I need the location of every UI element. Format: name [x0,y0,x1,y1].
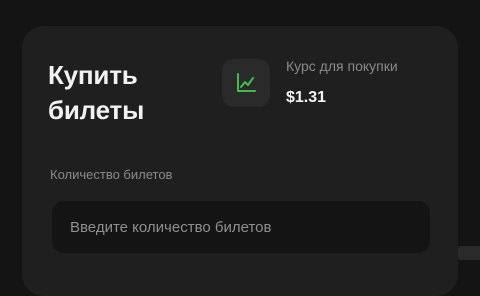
buy-tickets-card: Купить билеты Курс для покупки $1.31 Кол… [22,26,458,296]
purchase-rate-value: $1.31 [286,89,327,106]
buy-tickets-title: Купить билеты [48,60,145,125]
ticket-quantity-label: Количество билетов [50,167,173,182]
chart-up-icon [222,59,270,107]
ticket-quantity-input[interactable] [52,201,430,253]
purchase-rate-label: Курс для покупки [286,58,398,74]
corner-badge [458,246,480,260]
